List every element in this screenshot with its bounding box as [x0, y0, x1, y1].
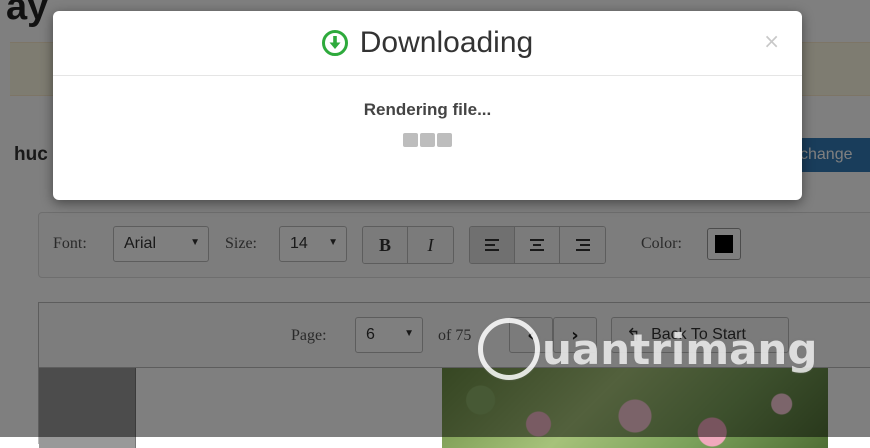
- download-circle-icon: [321, 30, 348, 56]
- modal-header: Downloading ×: [53, 11, 802, 76]
- loading-dot: [437, 133, 452, 147]
- loading-dot: [420, 133, 435, 147]
- modal-body: Rendering file...: [53, 76, 802, 147]
- watermark: uantrimang: [478, 318, 817, 380]
- downloading-modal: Downloading × Rendering file...: [53, 11, 802, 200]
- status-text: Rendering file...: [363, 100, 492, 119]
- lightbulb-icon: [478, 318, 540, 380]
- modal-title: Downloading: [359, 26, 534, 59]
- watermark-text: uantrimang: [542, 324, 818, 374]
- loading-indicator: [53, 133, 802, 147]
- loading-dot: [403, 133, 418, 147]
- close-icon[interactable]: ×: [763, 29, 780, 53]
